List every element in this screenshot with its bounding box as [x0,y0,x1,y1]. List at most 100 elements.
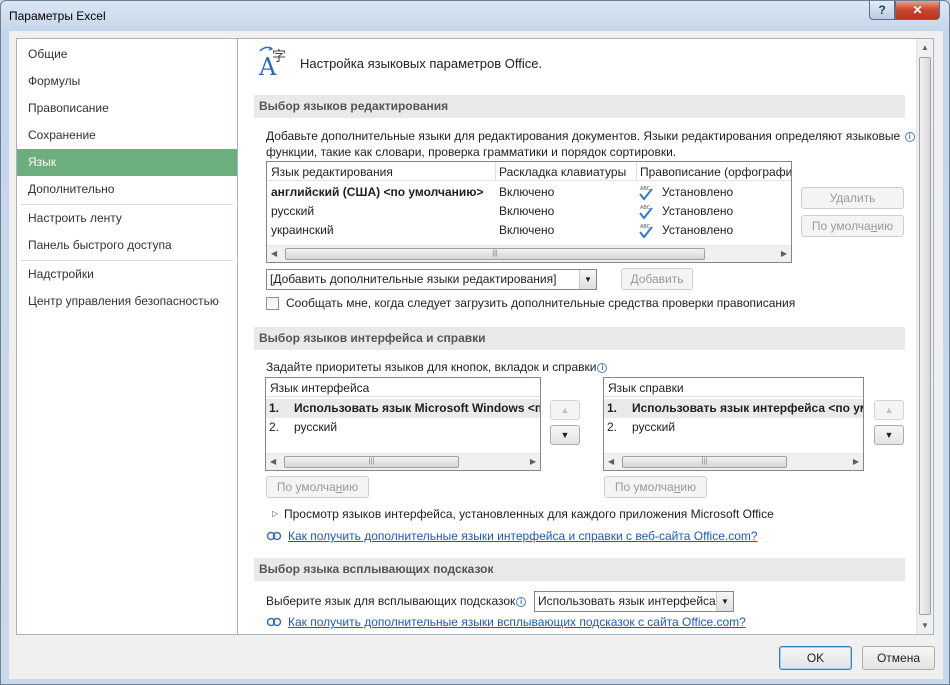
scroll-left-icon[interactable]: ◀ [271,249,277,258]
cancel-button[interactable]: Отмена [862,646,935,670]
set-default-label: По умолчанию [277,480,358,494]
notify-proofing-label[interactable]: Сообщать мне, когда следует загрузить до… [286,296,795,310]
list-item[interactable]: 1. Использовать язык Microsoft Windows <… [266,399,540,418]
move-up-button[interactable]: ▲ [874,400,904,420]
get-ui-languages-link[interactable]: Как получить дополнительные языки интерф… [288,529,758,543]
display-language-header: Язык интерфейса [270,381,370,395]
vertical-scrollbar[interactable]: ▲ ▼ [916,39,933,634]
add-editing-language-combo[interactable]: [Добавить дополнительные языки редактиро… [266,269,597,290]
item-number: 2. [607,420,618,434]
scrollbar-thumb[interactable]: ||| [622,456,787,468]
column-header-proofing[interactable]: Правописание (орфографи [640,165,791,179]
item-number: 1. [269,401,280,415]
nav-item-trust-center[interactable]: Центр управления безопасностью [17,288,238,315]
set-default-display-button[interactable]: По умолчанию [266,476,369,498]
spellcheck-icon: ABC [639,186,653,201]
label-part: По умолча [614,480,674,494]
title-bar[interactable]: Параметры Excel ? ✕ [1,1,949,31]
scrollbar-thumb[interactable]: ||| [284,456,459,468]
set-default-label: По умолчанию [615,480,696,494]
remove-button[interactable]: Удалить [801,187,904,209]
set-default-help-button[interactable]: По умолчанию [604,476,707,498]
help-language-header: Язык справки [608,381,684,395]
scroll-right-icon[interactable]: ▶ [530,457,536,466]
item-label: Использовать язык Microsoft Windows <п [294,401,541,415]
display-language-list[interactable]: Язык интерфейса 1. Использовать язык Mic… [265,377,541,471]
table-row[interactable]: русский Включено ABC Установлено [267,202,791,221]
info-icon: i [597,363,608,373]
language-options-panel: A 字 Настройка языковых параметров Office… [237,38,934,635]
help-button[interactable]: ? [869,1,895,20]
chevron-down-icon[interactable]: ▼ [579,270,596,289]
window-title: Параметры Excel [9,9,106,23]
ok-button[interactable]: OK [779,646,852,670]
list-item[interactable]: 2. русский [266,418,540,437]
scroll-up-icon[interactable]: ▲ [921,43,929,52]
column-header-keyboard[interactable]: Раскладка клавиатуры [499,165,626,179]
add-label: Добавить [630,272,684,286]
column-header-language[interactable]: Язык редактирования [271,165,393,179]
spellcheck-icon: ABC [639,205,653,220]
arrow-down-icon: ▼ [560,430,570,440]
column-divider [495,162,496,181]
table-row[interactable]: украинский Включено ABC Установлено [267,221,791,240]
section-screentip-language: Выбор языка всплывающих подсказок [254,558,905,581]
scroll-left-icon[interactable]: ◀ [608,457,614,466]
scroll-right-icon[interactable]: ▶ [853,457,859,466]
remove-label: Удалить [829,191,876,205]
section-interface-languages: Выбор языков интерфейса и справки [254,327,905,350]
nav-item-advanced[interactable]: Дополнительно [17,176,238,203]
list-header: Язык справки [604,378,863,397]
scroll-down-icon[interactable]: ▼ [921,621,929,630]
nav-item-addins[interactable]: Надстройки [17,261,238,288]
screentip-label: Выберите язык для всплывающих подсказок [266,594,516,608]
view-installed-languages-expander[interactable]: Просмотр языков интерфейса, установленны… [284,507,774,521]
dialog-client: Общие Формулы Правописание Сохранение Яз… [9,31,943,679]
nav-item-quick-access-toolbar[interactable]: Панель быстрого доступа [17,232,238,259]
get-screentip-languages-link[interactable]: Как получить дополнительные языки всплыв… [288,615,746,629]
row-proofing: Установлено [662,185,734,199]
horizontal-scrollbar[interactable]: ◀ ||| ▶ [604,453,863,470]
chevron-down-icon[interactable]: ▼ [716,592,733,611]
set-default-editing-button[interactable]: По умолчанию [801,215,904,237]
scrollbar-thumb[interactable]: ||| [285,248,705,260]
nav-item-save[interactable]: Сохранение [17,122,238,149]
horizontal-scrollbar[interactable]: ◀ ||| ▶ [266,453,540,470]
horizontal-scrollbar[interactable]: ◀ ||| ▶ [267,245,791,262]
close-icon: ✕ [912,3,923,17]
editing-description-line2: функции, такие как словари, проверка гра… [266,145,677,159]
move-down-button[interactable]: ▼ [874,425,904,445]
move-up-button[interactable]: ▲ [550,400,580,420]
spellcheck-icon: ABC [639,224,653,239]
help-language-list[interactable]: Язык справки 1. Использовать язык интерф… [603,377,864,471]
expand-triangle-icon[interactable]: ▷ [272,509,278,518]
editing-description-line1: Добавьте дополнительные языки для редакт… [266,129,915,143]
item-label: Использовать язык интерфейса <по ум [632,401,864,415]
list-item[interactable]: 1. Использовать язык интерфейса <по ум [604,399,863,418]
close-button[interactable]: ✕ [895,1,940,20]
screentip-language-combo[interactable]: Использовать язык интерфейса ▼ [534,591,734,612]
editing-languages-table[interactable]: Язык редактирования Раскладка клавиатуры… [266,161,792,263]
row-language: украинский [271,223,334,237]
nav-item-formulas[interactable]: Формулы [17,68,238,95]
scrollbar-thumb[interactable] [919,57,931,615]
nav-item-general[interactable]: Общие [17,41,238,68]
ui-lang-description: Задайте приоритеты языков для кнопок, вк… [266,360,597,374]
web-link-icon [266,531,282,541]
scroll-right-icon[interactable]: ▶ [781,249,787,258]
scroll-left-icon[interactable]: ◀ [270,457,276,466]
cancel-label: Отмена [876,651,921,665]
nav-item-language[interactable]: Язык [17,149,238,176]
move-down-button[interactable]: ▼ [550,425,580,445]
item-number: 2. [269,420,280,434]
nav-item-customize-ribbon[interactable]: Настроить ленту [17,205,238,232]
screentip-label-line: Выберите язык для всплывающих подсказок i [266,594,527,608]
editing-description-text: Добавьте дополнительные языки для редакт… [266,129,901,143]
list-item[interactable]: 2. русский [604,418,863,437]
nav-item-proofing[interactable]: Правописание [17,95,238,122]
notify-proofing-checkbox[interactable] [266,297,279,310]
label-part: По умолча [276,480,336,494]
row-keyboard: Включено [499,204,555,218]
add-language-button[interactable]: Добавить [621,268,693,290]
table-row[interactable]: английский (США) <по умолчанию> Включено… [267,183,791,202]
